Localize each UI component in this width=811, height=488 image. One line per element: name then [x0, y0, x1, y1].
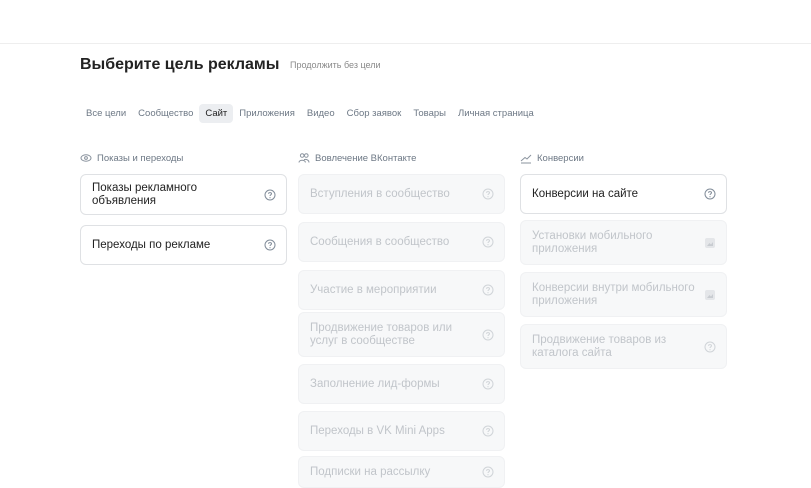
goal-card-event-participation: Участие в мероприятии [298, 270, 505, 310]
trend-icon [520, 154, 532, 164]
goal-card-ad-impressions[interactable]: Показы рекламного объявления [80, 174, 287, 215]
column-heading-engagement: Вовлечение ВКонтакте [298, 152, 416, 164]
tab-apps[interactable]: Приложения [233, 104, 301, 123]
help-icon [482, 188, 494, 200]
image-icon [705, 289, 715, 300]
column-heading-label: Показы и переходы [97, 152, 184, 164]
goal-card-community-joins: Вступления в сообщество [298, 174, 505, 214]
goal-card-app-installs: Установки мобильного приложения [520, 220, 727, 265]
goal-card-catalog-products: Продвижение товаров из каталога сайта [520, 324, 727, 369]
goal-card-label: Сообщения в сообщество [310, 235, 450, 248]
help-icon [482, 425, 494, 437]
tab-lead-collection[interactable]: Сбор заявок [341, 104, 408, 123]
goal-card-community-messages: Сообщения в сообщество [298, 222, 505, 262]
goal-card-site-conversions[interactable]: Конверсии на сайте [520, 174, 727, 214]
goal-card-label: Заполнение лид-формы [310, 377, 440, 390]
goal-card-label: Показы рекламного объявления [92, 181, 197, 207]
goal-card-label: Конверсии внутри мобильного приложения [532, 281, 695, 307]
goal-card-label: Переходы по рекламе [92, 238, 211, 251]
goal-card-label: Вступления в сообщество [310, 187, 450, 200]
eye-icon [80, 154, 92, 162]
goal-card-label: Подписки на рассылку [310, 465, 431, 478]
goal-card-mini-apps: Переходы в VK Mini Apps [298, 411, 505, 451]
help-icon [482, 378, 494, 390]
tab-products[interactable]: Товары [407, 104, 452, 123]
column-heading-conversions: Конверсии [520, 152, 584, 164]
tab-personal-page[interactable]: Личная страница [452, 104, 540, 123]
goal-tabs: Все цели Сообщество Сайт Приложения Виде… [80, 102, 540, 124]
column-heading-label: Вовлечение ВКонтакте [315, 152, 417, 164]
help-icon [482, 236, 494, 248]
help-icon [482, 284, 494, 296]
tab-site[interactable]: Сайт [199, 103, 234, 123]
goal-card-ad-clicks[interactable]: Переходы по рекламе [80, 225, 287, 265]
goal-card-label: Продвижение товаров или услуг в сообщест… [310, 321, 453, 347]
goal-card-in-app-conversions: Конверсии внутри мобильного приложения [520, 272, 727, 317]
goal-card-label: Продвижение товаров из каталога сайта [532, 333, 667, 359]
goal-card-newsletter: Подписки на рассылку [298, 456, 505, 488]
goal-card-label: Установки мобильного приложения [532, 229, 653, 255]
tab-all-goals[interactable]: Все цели [80, 104, 132, 123]
column-heading-impressions: Показы и переходы [80, 152, 183, 164]
help-icon [482, 466, 494, 478]
tab-video[interactable]: Видео [301, 104, 341, 123]
help-icon[interactable] [704, 188, 716, 200]
column-heading-label: Конверсии [537, 152, 584, 164]
tab-community[interactable]: Сообщество [132, 104, 199, 123]
skip-goal-link[interactable]: Продолжить без цели [290, 60, 380, 70]
goal-card-label: Конверсии на сайте [532, 187, 639, 200]
goal-card-lead-form: Заполнение лид-формы [298, 364, 505, 404]
help-icon [482, 329, 494, 340]
users-icon [298, 153, 310, 163]
top-divider [0, 43, 811, 44]
image-icon [705, 237, 715, 248]
goal-card-label: Переходы в VK Mini Apps [310, 424, 445, 437]
help-icon [704, 341, 716, 352]
goal-card-community-products: Продвижение товаров или услуг в сообщест… [298, 312, 505, 357]
help-icon[interactable] [264, 239, 276, 251]
goal-card-label: Участие в мероприятии [310, 283, 437, 296]
help-icon[interactable] [264, 189, 276, 201]
page-title: Выберите цель рекламы [80, 56, 280, 73]
